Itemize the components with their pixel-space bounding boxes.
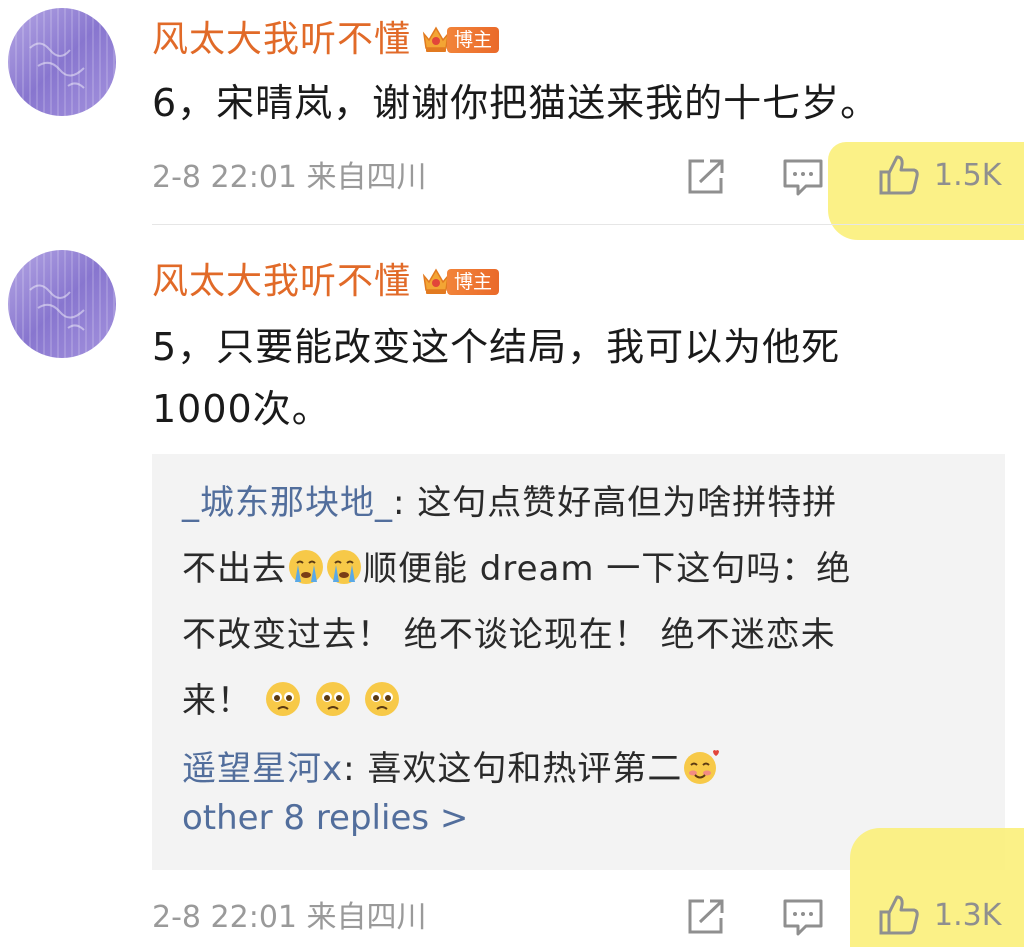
- more-replies-link[interactable]: other 8 replies >: [182, 796, 468, 840]
- reply-line: 不出去 顺便能 dream 一下这句吗：绝: [182, 536, 952, 602]
- comment-text-line: 5，只要能改变这个结局，我可以为他死: [152, 325, 841, 369]
- user-row: 风太大我听不懂 博主: [152, 18, 500, 62]
- reply-username[interactable]: _城东那块地_: [182, 483, 393, 523]
- reply-text: 来！: [182, 681, 264, 721]
- smiling-face-with-hearts-icon: [682, 742, 720, 784]
- pleading-face-icon: [314, 674, 352, 716]
- reply-text: 顺便能 dream 一下这句吗：绝: [363, 549, 852, 589]
- share-icon[interactable]: [686, 158, 726, 200]
- comment-text: 5，只要能改变这个结局，我可以为他死 1000次。: [152, 316, 952, 440]
- thumbs-up-icon: [879, 155, 919, 195]
- comment-item: 风太大我听不懂 博主 6，宋晴岚，谢谢你把猫送来我的十七岁。 2-8 22:01…: [0, 0, 1024, 240]
- pleading-face-icon: [264, 674, 302, 716]
- comment-item: 风太大我听不懂 博主 5，只要能改变这个结局，我可以为他死 1000次。 _城东…: [0, 238, 1024, 947]
- comment-icon[interactable]: [782, 158, 824, 202]
- pleading-face-icon: [363, 674, 401, 716]
- crying-face-icon: [325, 542, 363, 584]
- crying-face-icon: [287, 542, 325, 584]
- avatar[interactable]: [8, 250, 116, 358]
- comment-text-line: 1000次。: [152, 387, 331, 431]
- comment-meta: 2-8 22:01 来自四川: [152, 160, 427, 195]
- like-button[interactable]: 1.3K: [878, 894, 1001, 936]
- reply-line: 来！: [182, 668, 952, 734]
- comment-feed: 风太大我听不懂 博主 6，宋晴岚，谢谢你把猫送来我的十七岁。 2-8 22:01…: [0, 0, 1024, 947]
- thumbs-up-icon: [879, 895, 919, 935]
- author-badge: 博主: [447, 269, 500, 295]
- like-count: 1.5K: [934, 157, 1002, 193]
- reply-line: 不改变过去！ 绝不谈论现在！ 绝不迷恋未: [182, 615, 836, 655]
- reply-item: _城东那块地_: 这句点赞好高但为啥拼特拼 不出去 顺便能 dream 一下这句吗…: [182, 470, 952, 734]
- author-badge: 博主: [447, 27, 500, 53]
- comment-icon[interactable]: [782, 898, 824, 942]
- share-icon[interactable]: [686, 898, 726, 940]
- avatar[interactable]: [8, 8, 116, 116]
- like-button[interactable]: 1.5K: [878, 154, 1001, 196]
- user-row: 风太大我听不懂 博主: [152, 260, 500, 304]
- reply-line: _城东那块地_: 这句点赞好高但为啥拼特拼: [182, 470, 952, 536]
- like-count: 1.3K: [934, 897, 1002, 933]
- comment-text: 6，宋晴岚，谢谢你把猫送来我的十七岁。: [152, 81, 880, 125]
- reply-username[interactable]: 遥望星河x: [182, 749, 343, 789]
- comment-meta: 2-8 22:01 来自四川: [152, 900, 427, 935]
- reply-text: 不出去: [182, 549, 287, 589]
- username[interactable]: 风太大我听不懂: [152, 260, 411, 304]
- replies-panel: _城东那块地_: 这句点赞好高但为啥拼特拼 不出去 顺便能 dream 一下这句吗…: [152, 454, 1005, 870]
- reply-text: : 这句点赞好高但为啥拼特拼: [393, 483, 838, 523]
- divider: [152, 224, 1024, 225]
- username[interactable]: 风太大我听不懂: [152, 18, 411, 62]
- reply-text: : 喜欢这句和热评第二: [343, 749, 683, 789]
- reply-item: 遥望星河x: 喜欢这句和热评第二: [182, 736, 952, 802]
